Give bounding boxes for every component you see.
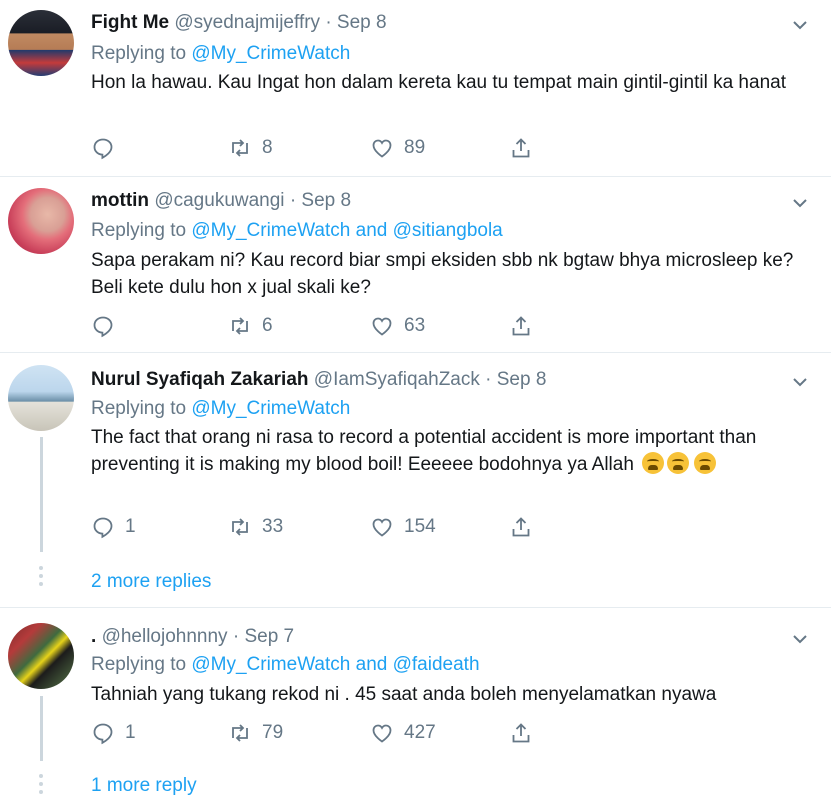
tweet-date[interactable]: · Sep 8 (290, 190, 351, 211)
mention-link[interactable]: @My_CrimeWatch (191, 43, 350, 64)
retweet-button[interactable]: 6 (228, 311, 273, 341)
retweet-button[interactable]: 8 (228, 133, 273, 163)
like-count: 63 (404, 315, 426, 336)
retweet-count: 79 (262, 722, 284, 743)
share-button[interactable] (509, 718, 533, 748)
share-button[interactable] (509, 133, 533, 163)
tweet-text: Tahniah yang tukang rekod ni . 45 saat a… (91, 684, 717, 705)
thread-line (40, 696, 43, 761)
retweet-icon (232, 317, 248, 335)
tweet-header: Fight Me @syednajmijeffry · Sep 8 (91, 12, 387, 34)
tweet-actions: 1 79 427 (91, 718, 551, 748)
tweet-header: Nurul Syafiqah Zakariah @IamSyafiqahZack… (91, 369, 546, 391)
avatar[interactable] (8, 188, 74, 254)
share-icon (512, 517, 530, 537)
share-icon (512, 138, 530, 158)
like-button[interactable]: 427 (370, 718, 436, 748)
tweet-date[interactable]: · Sep 8 (325, 12, 386, 33)
weary-face-emoji-icon (642, 452, 665, 474)
share-icon (512, 316, 530, 336)
retweet-icon (232, 139, 248, 157)
like-count: 427 (404, 722, 436, 743)
show-more-replies-link[interactable]: 1 more reply (91, 775, 197, 797)
tweet-date[interactable]: · Sep 7 (233, 626, 294, 647)
chevron-down-icon[interactable] (791, 194, 809, 212)
retweet-button[interactable]: 79 (228, 718, 283, 748)
author-name[interactable]: mottin (91, 190, 149, 211)
like-button[interactable]: 63 (370, 311, 425, 341)
tweet-text: The fact that orang ni rasa to record a … (91, 427, 757, 475)
like-icon (372, 518, 392, 537)
thread-dots (39, 774, 44, 798)
share-icon (512, 723, 530, 743)
tweet-actions: 8 89 (91, 133, 551, 163)
author-name[interactable]: Fight Me (91, 12, 169, 33)
tweet-card[interactable]: . @hellojohnnny · Sep 7 Replying to @My_… (0, 608, 831, 800)
retweet-count: 33 (262, 516, 284, 537)
author-handle[interactable]: @cagukuwangi (154, 190, 284, 211)
reply-button[interactable] (91, 311, 125, 341)
tweet-card[interactable]: Fight Me @syednajmijeffry · Sep 8 Replyi… (0, 0, 831, 177)
tweet-card[interactable]: Nurul Syafiqah Zakariah @IamSyafiqahZack… (0, 352, 831, 608)
like-button[interactable]: 89 (370, 133, 425, 163)
reply-count: 1 (125, 516, 136, 537)
like-icon (372, 139, 392, 158)
like-icon (372, 317, 392, 336)
thread-dots (39, 566, 44, 590)
show-more-replies-link[interactable]: 2 more replies (91, 571, 211, 593)
weary-face-emoji-icon (667, 452, 690, 474)
like-count: 89 (404, 137, 426, 158)
retweet-icon (232, 724, 248, 742)
author-handle[interactable]: @hellojohnnny (102, 626, 228, 647)
tweet-actions: 1 33 154 (91, 512, 551, 542)
author-name[interactable]: . (91, 626, 96, 647)
retweet-icon (232, 518, 248, 536)
retweet-count: 8 (262, 137, 273, 158)
mention-link[interactable]: @My_CrimeWatch (191, 398, 350, 419)
share-button[interactable] (509, 512, 533, 542)
like-icon (372, 724, 392, 743)
tweet-actions: 6 63 (91, 311, 551, 341)
author-handle[interactable]: @IamSyafiqahZack (314, 369, 480, 390)
reply-button[interactable]: 1 (91, 512, 136, 542)
avatar[interactable] (8, 623, 74, 689)
reply-icon (93, 138, 113, 160)
tweet-card[interactable]: mottin @cagukuwangi · Sep 8 Replying to … (0, 176, 831, 353)
author-name[interactable]: Nurul Syafiqah Zakariah (91, 369, 309, 390)
replying-to: Replying to @My_CrimeWatch and @faideath (91, 654, 480, 675)
like-button[interactable]: 154 (370, 512, 436, 542)
tweet-date[interactable]: · Sep 8 (485, 369, 546, 390)
author-handle[interactable]: @syednajmijeffry (174, 12, 320, 33)
tweet-header: mottin @cagukuwangi · Sep 8 (91, 190, 351, 212)
share-button[interactable] (509, 311, 533, 341)
tweet-text: Sapa perakam ni? Kau record biar smpi ek… (91, 250, 794, 298)
mention-link[interactable]: @My_CrimeWatch (191, 654, 350, 675)
avatar[interactable] (8, 365, 74, 431)
replying-to: Replying to @My_CrimeWatch and @sitiangb… (91, 220, 503, 241)
reply-icon (93, 517, 113, 539)
reply-button[interactable] (91, 133, 125, 163)
chevron-down-icon[interactable] (791, 16, 809, 34)
like-count: 154 (404, 516, 436, 537)
tweet-header: . @hellojohnnny · Sep 7 (91, 626, 294, 648)
replying-to: Replying to @My_CrimeWatch (91, 398, 351, 419)
mention-link[interactable]: @faideath (393, 654, 480, 675)
replying-to: Replying to @My_CrimeWatch (91, 43, 351, 64)
thread-line (40, 437, 43, 552)
chevron-down-icon[interactable] (791, 373, 809, 391)
mention-link[interactable]: @My_CrimeWatch (191, 220, 350, 241)
retweet-count: 6 (262, 315, 273, 336)
reply-button[interactable]: 1 (91, 718, 136, 748)
retweet-button[interactable]: 33 (228, 512, 283, 542)
weary-face-emoji-icon (694, 452, 717, 474)
reply-count: 1 (125, 722, 136, 743)
mention-link[interactable]: @sitiangbola (393, 220, 503, 241)
avatar[interactable] (8, 10, 74, 76)
reply-icon (93, 316, 113, 338)
tweet-text: Hon la hawau. Kau Ingat hon dalam kereta… (91, 72, 786, 93)
chevron-down-icon[interactable] (791, 630, 809, 648)
reply-icon (93, 723, 113, 745)
